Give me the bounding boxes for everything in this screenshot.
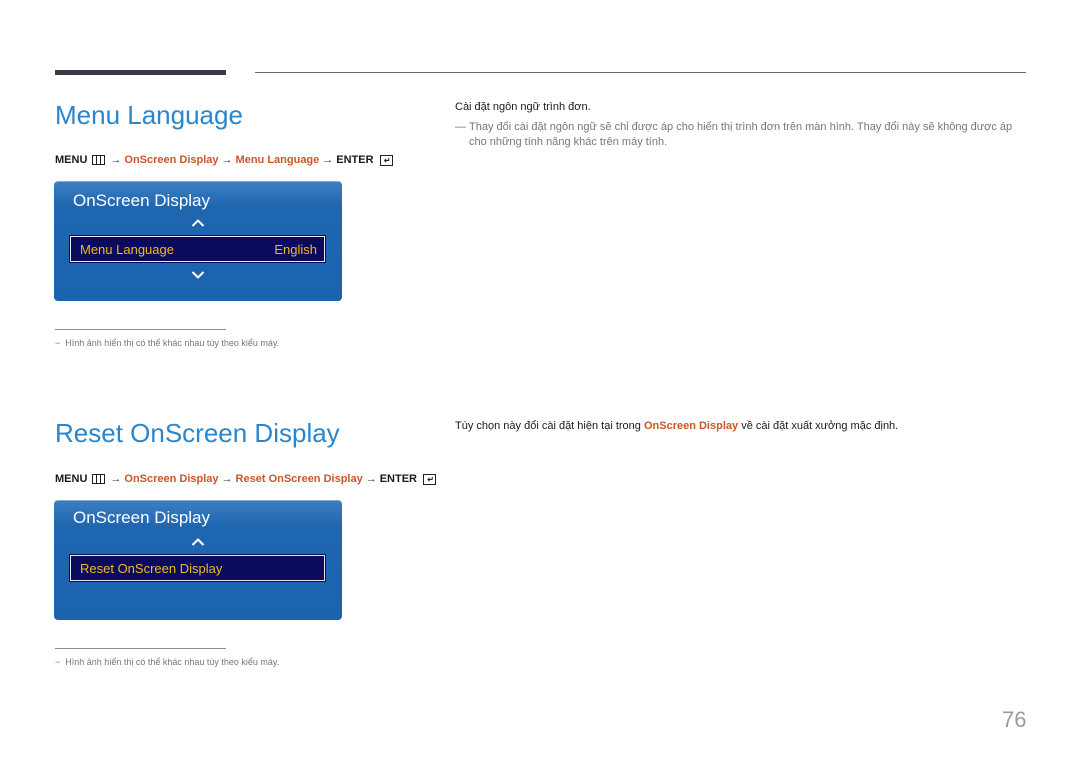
path-step-reset-osd: Reset OnScreen Display bbox=[235, 473, 363, 485]
note-text: Thay đổi cài đặt ngôn ngữ sẽ chỉ được áp… bbox=[469, 121, 1013, 148]
path-menu-label: MENU bbox=[55, 473, 88, 485]
description-menu-language: Cài đặt ngôn ngữ trình đơn. bbox=[455, 101, 591, 113]
footnote-text: Hình ảnh hiển thị có thể khác nhau tùy t… bbox=[65, 657, 280, 667]
path-step-onscreen-display: OnScreen Display bbox=[124, 154, 219, 166]
page-number: 76 bbox=[1002, 707, 1027, 732]
osd-item-label: Reset OnScreen Display bbox=[80, 560, 223, 576]
path-arrow: → bbox=[221, 154, 233, 166]
chevron-down-icon[interactable] bbox=[191, 270, 205, 280]
footnote-text: Hình ảnh hiển thị có thể khác nhau tùy t… bbox=[65, 338, 280, 348]
description-text: về cài đặt xuất xưởng mặc định. bbox=[741, 420, 899, 432]
path-step-onscreen-display: OnScreen Display bbox=[124, 473, 219, 485]
osd-item-label: Menu Language bbox=[80, 241, 174, 257]
osd-panel-reset-osd: OnScreen Display Reset OnScreen Display bbox=[54, 500, 342, 620]
header-rule-thick bbox=[55, 70, 226, 75]
path-arrow: → bbox=[110, 154, 122, 166]
footnote-rule bbox=[55, 648, 226, 649]
path-step-menu-language: Menu Language bbox=[235, 154, 320, 166]
footnote-reset-osd: − Hình ảnh hiển thị có thể khác nhau tùy… bbox=[55, 657, 279, 667]
path-menu-label: MENU bbox=[55, 154, 88, 166]
menu-path-menu-language: MENU → OnScreen Display → Menu Language … bbox=[55, 154, 393, 166]
description-text: Tùy chọn này đổi cài đặt hiện tại trong bbox=[455, 420, 641, 432]
path-arrow: → bbox=[322, 154, 334, 166]
menu-grid-icon bbox=[92, 474, 106, 484]
footnote-dash: − bbox=[55, 338, 61, 348]
section-title-menu-language: Menu Language bbox=[55, 100, 243, 130]
osd-title: OnScreen Display bbox=[73, 508, 211, 527]
path-arrow: → bbox=[110, 473, 122, 485]
note-menu-language: — Thay đổi cài đặt ngôn ngữ sẽ chỉ được … bbox=[455, 120, 1025, 150]
header-rule-thin bbox=[255, 72, 1026, 73]
osd-panel-menu-language: OnScreen Display Menu Language English bbox=[54, 181, 342, 301]
path-arrow: → bbox=[365, 473, 377, 485]
enter-icon: ↵ bbox=[423, 473, 436, 485]
menu-path-reset-osd: MENU → OnScreen Display → Reset OnScreen… bbox=[55, 473, 436, 485]
note-dash: — bbox=[455, 121, 466, 133]
path-enter-label: ENTER bbox=[336, 154, 374, 166]
osd-item-menu-language[interactable]: Menu Language English bbox=[70, 236, 325, 262]
footnote-menu-language: − Hình ảnh hiển thị có thể khác nhau tùy… bbox=[55, 338, 279, 348]
enter-icon: ↵ bbox=[379, 154, 393, 166]
osd-item-value: English bbox=[274, 241, 317, 257]
menu-grid-icon bbox=[92, 155, 106, 165]
description-reset-osd: Tùy chọn này đổi cài đặt hiện tại trong … bbox=[455, 420, 898, 432]
path-enter-label: ENTER bbox=[379, 473, 417, 485]
description-highlight: OnScreen Display bbox=[643, 420, 739, 432]
chevron-up-icon[interactable] bbox=[191, 537, 205, 547]
footnote-dash: − bbox=[55, 657, 61, 667]
chevron-up-icon[interactable] bbox=[191, 218, 205, 228]
osd-title: OnScreen Display bbox=[73, 191, 211, 210]
path-arrow: → bbox=[221, 473, 233, 485]
section-title-reset-osd: Reset OnScreen Display bbox=[55, 418, 340, 448]
osd-item-reset-osd[interactable]: Reset OnScreen Display bbox=[70, 555, 325, 581]
footnote-rule bbox=[55, 329, 226, 330]
